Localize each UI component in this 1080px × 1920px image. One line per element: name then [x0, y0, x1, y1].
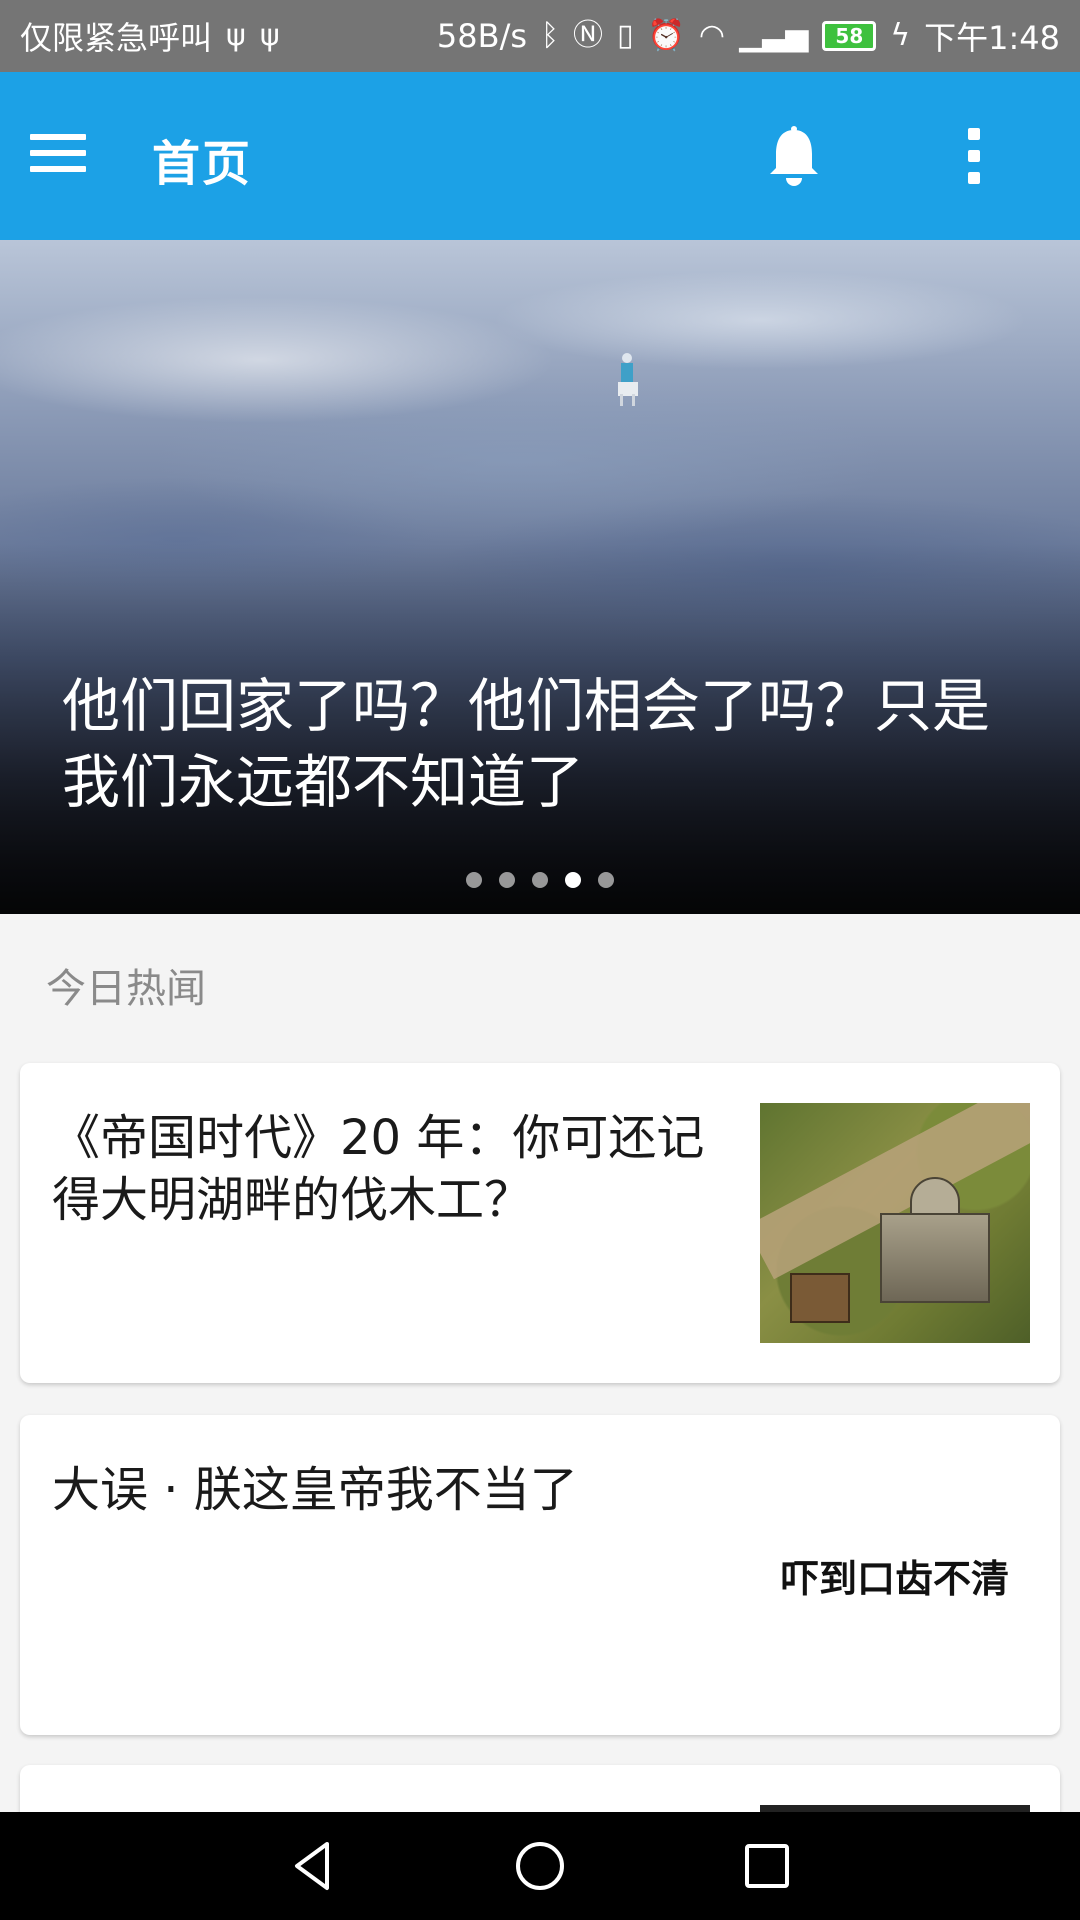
status-bar-right: 58B/s ᛒ Ⓝ ▯ ⏰ ◠ ▁▃▅ 58 ϟ 下午1:48 [437, 13, 1060, 59]
nfc-icon: Ⓝ [573, 18, 604, 53]
page-dot-active[interactable] [565, 872, 581, 888]
page-dot[interactable] [466, 872, 482, 888]
status-bar-left: 仅限紧急呼叫 ψ ψ [20, 13, 280, 59]
app-bar: 首页 [0, 72, 1080, 240]
charging-icon: ϟ [890, 18, 911, 53]
page-dot[interactable] [499, 872, 515, 888]
more-vert-icon[interactable] [958, 124, 990, 188]
story-card[interactable]: 大误 · 朕这皇帝我不当了 吓到口齿不清 [20, 1415, 1060, 1735]
usb-icon: ψ [259, 18, 280, 53]
story-thumbnail [760, 1103, 1030, 1343]
clock-text: 下午1:48 [924, 19, 1060, 57]
back-icon[interactable] [283, 1836, 343, 1896]
wifi-icon: ◠ [698, 18, 726, 53]
usb-icon: ψ [226, 18, 246, 53]
emergency-calls-text: 仅限紧急呼叫 [20, 19, 213, 57]
system-nav-bar [0, 1812, 1080, 1920]
vibrate-icon: ▯ [617, 18, 634, 53]
bluetooth-icon: ᛒ [541, 18, 560, 53]
story-card[interactable]: 《帝国时代》20 年：你可还记得大明湖畔的伐木工？ [20, 1063, 1060, 1383]
banner-title: 他们回家了吗？他们相会了吗？只是我们永远都不知道了 [62, 672, 991, 816]
recents-icon[interactable] [737, 1836, 797, 1896]
thumbnail-caption: 吓到口齿不清 [780, 1556, 1009, 1601]
battery-level: 58 [835, 24, 864, 48]
story-thumbnail: 吓到口齿不清 [760, 1455, 1030, 1695]
status-bar: 仅限紧急呼叫 ψ ψ 58B/s ᛒ Ⓝ ▯ ⏰ ◠ ▁▃▅ 58 ϟ 下午1:… [0, 0, 1080, 72]
banner-page-indicator [0, 872, 1080, 888]
home-icon[interactable] [510, 1836, 570, 1896]
page-dot[interactable] [532, 872, 548, 888]
alarm-icon: ⏰ [647, 18, 685, 53]
net-speed-text: 58B/s [436, 17, 528, 55]
menu-icon[interactable] [30, 134, 86, 178]
bell-icon[interactable] [766, 124, 822, 188]
page-title: 首页 [152, 136, 253, 192]
story-title: 《帝国时代》20 年：你可还记得大明湖畔的伐木工？ [52, 1110, 705, 1228]
top-story-banner[interactable]: 他们回家了吗？他们相会了吗？只是我们永远都不知道了 [0, 240, 1080, 914]
battery-icon: 58 [822, 21, 877, 51]
story-title: 大误 · 朕这皇帝我不当了 [52, 1462, 578, 1518]
page-dot[interactable] [598, 872, 614, 888]
signal-icon: ▁▃▅ [739, 18, 809, 53]
section-title: 今日热闻 [46, 966, 206, 1012]
